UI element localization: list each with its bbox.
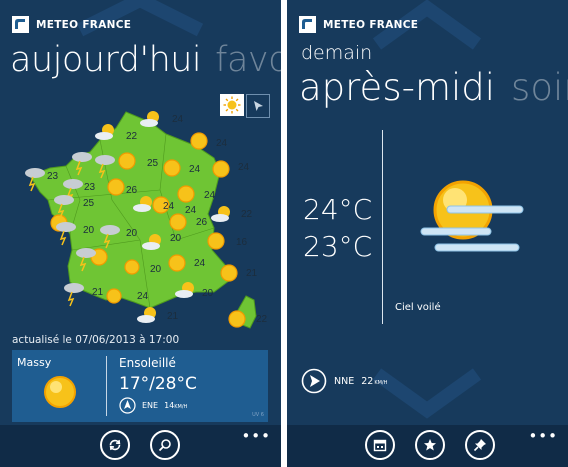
sun-icon [124, 259, 140, 275]
search-button[interactable] [150, 430, 180, 460]
last-updated: actualisé le 07/06/2013 à 17:00 [12, 334, 180, 346]
temperature-min: 23°C [303, 230, 373, 263]
weather-condition: Ensoleillé [119, 356, 176, 370]
temperature-range: 17°/28°C [119, 374, 197, 394]
sun-icon [44, 376, 76, 408]
sun-icon [168, 254, 186, 272]
map-temperature: 22 [256, 314, 268, 325]
wind-speed: 14KM/H [164, 401, 188, 410]
map-temperature: 21 [246, 268, 258, 279]
wind-info: ENE 14KM/H [119, 397, 187, 414]
app-bar: ••• [287, 425, 568, 467]
forecast-divider [382, 130, 383, 324]
map-temperature: 22 [241, 209, 253, 220]
pivot-item-afternoon[interactable]: après-midi [299, 66, 495, 109]
map-temperature: 20 [126, 228, 138, 239]
france-weather-map[interactable]: 24 22 24 25 24 23 24 24 26 23 24 25 24 2… [0, 0, 281, 330]
partly-cloudy-icon [211, 206, 230, 222]
sun-icon [190, 132, 208, 150]
search-icon [158, 439, 171, 452]
map-temperature: 26 [126, 185, 138, 196]
calendar-button[interactable] [365, 430, 395, 460]
map-temperature: 26 [196, 217, 208, 228]
partly-cloudy-icon [137, 307, 156, 323]
map-temperature: 24 [172, 114, 184, 125]
brand-name: METEO FRANCE [323, 18, 419, 31]
sun-icon [207, 232, 225, 250]
more-options-button[interactable]: ••• [241, 427, 271, 445]
partly-cloudy-icon [95, 124, 114, 140]
map-temperature: 21 [92, 287, 104, 298]
wind-info: NNE 22KM/H [301, 368, 387, 394]
map-temperature: 21 [167, 311, 179, 322]
map-temperature: 24 [163, 201, 175, 212]
map-temperature: 25 [83, 198, 95, 209]
calendar-icon [373, 439, 387, 452]
map-temperature: 16 [236, 237, 248, 248]
map-temperature: 24 [204, 190, 216, 201]
sun-icon [169, 213, 187, 231]
hazy-sun-icon [420, 180, 524, 252]
map-temperature: 25 [147, 158, 159, 169]
wind-speed: 22KM/H [361, 375, 388, 387]
sun-icon [118, 152, 136, 170]
map-temperature: 22 [126, 131, 138, 142]
map-temperature: 20 [150, 264, 162, 275]
wind-direction: ENE [142, 401, 159, 410]
add-favorite-icon [424, 439, 436, 451]
favorite-city-tile[interactable]: Massy Ensoleillé 17°/28°C ENE 14KM/H UV 6 [12, 350, 268, 422]
forecast-day: demain [301, 42, 373, 64]
sun-icon [177, 185, 195, 203]
app-bar: ••• [0, 425, 281, 467]
sun-icon [212, 160, 230, 178]
map-temperature: 24 [216, 138, 228, 149]
map-temperature: 24 [189, 164, 201, 175]
sun-icon [106, 288, 122, 304]
sun-icon [228, 310, 246, 328]
map-temperature: 24 [137, 291, 149, 302]
storm-icon [64, 283, 84, 307]
sun-icon [107, 178, 125, 196]
pivot-item-evening[interactable]: soir [511, 66, 568, 109]
more-options-button[interactable]: ••• [528, 427, 558, 445]
weather-condition: Ciel voilé [395, 302, 441, 313]
refresh-button[interactable] [100, 430, 130, 460]
map-temperature: 20 [170, 233, 182, 244]
city-name: Massy [17, 356, 52, 369]
refresh-icon [109, 439, 121, 451]
map-temperature: 23 [47, 171, 59, 182]
add-favorite-button[interactable] [415, 430, 445, 460]
wind-direction: NNE [334, 375, 355, 387]
map-temperature: 24 [194, 258, 206, 269]
map-temperature: 24 [238, 162, 250, 173]
left-screen: METEO FRANCE aujourd'hui favo 24 22 24 2… [0, 0, 281, 467]
map-temperature: 23 [84, 182, 96, 193]
wind-direction-icon [119, 397, 136, 414]
map-temperature: 20 [83, 225, 95, 236]
temperature-max: 24°C [303, 193, 373, 226]
wind-direction-icon [301, 368, 327, 394]
tile-divider [106, 356, 107, 416]
meteo-france-logo-icon [299, 16, 316, 33]
sun-icon [163, 159, 181, 177]
sun-icon [220, 264, 238, 282]
brand: METEO FRANCE [299, 16, 418, 33]
pin-icon [473, 439, 486, 452]
pin-button[interactable] [465, 430, 495, 460]
uv-index: UV 6 [252, 412, 264, 418]
right-screen: METEO FRANCE demain après-midisoir 24°C … [287, 0, 568, 467]
pivot-header: après-midi soir [299, 66, 568, 109]
map-temperature: 24 [185, 205, 197, 216]
map-temperature: 20 [202, 288, 214, 299]
